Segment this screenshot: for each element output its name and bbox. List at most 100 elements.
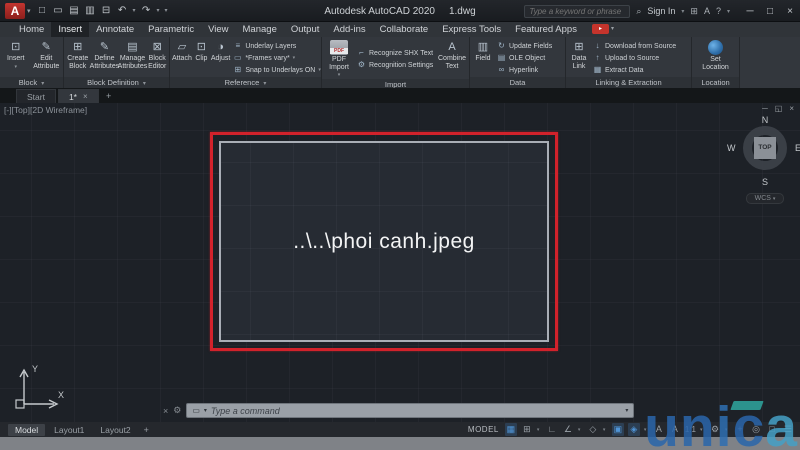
- panel-label-block-definition[interactable]: Block Definition ▾: [64, 77, 169, 88]
- viewcube-west[interactable]: W: [727, 143, 736, 153]
- polar-caret-icon[interactable]: ▾: [578, 427, 583, 433]
- data-link-button[interactable]: ⊞ Data Link: [567, 39, 591, 77]
- tab-add-ins[interactable]: Add-ins: [326, 22, 372, 37]
- redo-caret-icon[interactable]: ▾: [155, 7, 162, 14]
- command-input[interactable]: ▭ ▾ Type a command ▾: [186, 403, 635, 418]
- connect-badge-icon[interactable]: ▸: [591, 24, 609, 34]
- help-icon[interactable]: ?: [716, 6, 721, 16]
- recognize-shx-button[interactable]: ⌐ Recognize SHX Text: [357, 48, 435, 59]
- pdf-import-button[interactable]: PDF PDF Import ▾: [323, 39, 355, 79]
- tab-home[interactable]: Home: [12, 22, 51, 37]
- undo-caret-icon[interactable]: ▾: [131, 7, 138, 14]
- scale-caret-icon[interactable]: ▾: [700, 427, 705, 433]
- sign-in-button[interactable]: Sign In: [647, 6, 675, 16]
- file-tab-drawing[interactable]: 1* ×: [57, 89, 99, 104]
- isodraft-caret-icon[interactable]: ▾: [603, 427, 608, 433]
- viewport-controls[interactable]: [-][Top][2D Wireframe]: [4, 105, 87, 115]
- define-attributes-button[interactable]: ✎ Define Attributes: [90, 39, 120, 77]
- workspace-caret-icon[interactable]: ▾: [725, 427, 730, 433]
- help-caret-icon[interactable]: ▾: [727, 8, 730, 15]
- create-block-button[interactable]: ⊞ Create Block: [65, 39, 90, 77]
- underlay-layers-button[interactable]: ≡ Underlay Layers: [233, 41, 321, 52]
- polar-tracking-icon[interactable]: ∠: [562, 423, 574, 436]
- osnap-caret-icon[interactable]: ▾: [644, 427, 649, 433]
- file-tab-start[interactable]: Start: [16, 89, 56, 103]
- workspace-gear-icon[interactable]: ⚙: [709, 423, 721, 436]
- plot-icon[interactable]: ⊟: [99, 3, 114, 18]
- frames-vary-button[interactable]: ▭ *Frames vary* ▾: [233, 53, 321, 64]
- annotation-monitor-icon[interactable]: +: [734, 423, 746, 436]
- layout-tab-layout1[interactable]: Layout1: [47, 424, 91, 436]
- set-location-button[interactable]: Set Location: [696, 39, 736, 77]
- maximize-button[interactable]: □: [764, 6, 776, 17]
- undo-icon[interactable]: ↶: [115, 3, 130, 18]
- isolate-objects-icon[interactable]: ◎: [750, 423, 762, 436]
- annotation-visibility-icon[interactable]: A: [653, 423, 665, 436]
- object-snap-icon[interactable]: ▣: [611, 423, 624, 436]
- new-layout-button[interactable]: +: [140, 425, 153, 435]
- autoscale-icon[interactable]: A: [669, 423, 681, 436]
- app-menu-caret-icon[interactable]: ▾: [27, 7, 31, 15]
- drawing-canvas[interactable]: [-][Top][2D Wireframe] ─ ◱ × TOP N S W E…: [0, 103, 800, 422]
- model-space-badge[interactable]: MODEL: [468, 425, 499, 434]
- recognition-settings-button[interactable]: ⚙ Recognition Settings: [357, 60, 435, 71]
- block-editor-button[interactable]: ⊠ Block Editor: [146, 39, 168, 77]
- drawing-minimize-button[interactable]: ─: [762, 104, 768, 113]
- snap-toggle-icon[interactable]: ⊞: [521, 423, 533, 436]
- tab-collaborate[interactable]: Collaborate: [373, 22, 436, 37]
- command-close-icon[interactable]: ×: [163, 406, 168, 416]
- drawing-close-button[interactable]: ×: [789, 104, 794, 113]
- isodraft-icon[interactable]: ◇: [587, 423, 599, 436]
- viewcube[interactable]: TOP N S W E WCS ▾: [727, 115, 800, 209]
- attached-image-frame[interactable]: ..\..\phoi canh.jpeg: [219, 141, 549, 342]
- download-from-source-button[interactable]: ↓ Download from Source: [593, 41, 677, 52]
- connect-badge-caret-icon[interactable]: ▾: [611, 22, 614, 37]
- update-fields-button[interactable]: ↻ Update Fields: [497, 41, 552, 52]
- tab-output[interactable]: Output: [284, 22, 327, 37]
- close-tab-icon[interactable]: ×: [83, 90, 88, 104]
- combine-text-button[interactable]: A Combine Text: [437, 39, 467, 79]
- tab-express-tools[interactable]: Express Tools: [435, 22, 508, 37]
- panel-label-location[interactable]: Location: [692, 77, 739, 88]
- command-customize-icon[interactable]: ⚙: [173, 405, 181, 416]
- attach-button[interactable]: ▱ Attach: [171, 39, 193, 77]
- layout-tab-model[interactable]: Model: [8, 423, 46, 436]
- wcs-dropdown[interactable]: WCS ▾: [746, 193, 784, 204]
- search-input[interactable]: [524, 4, 631, 18]
- viewcube-east[interactable]: E: [795, 143, 800, 153]
- insert-button[interactable]: ⊡ Insert ▾: [1, 39, 31, 77]
- customization-menu-icon[interactable]: ☰: [782, 423, 794, 436]
- grid-toggle-icon[interactable]: ▦: [504, 423, 517, 436]
- app-store-icon[interactable]: ⊞: [690, 6, 698, 17]
- panel-label-linking[interactable]: Linking & Extraction: [566, 77, 691, 88]
- extract-data-button[interactable]: ▦ Extract Data: [593, 65, 676, 76]
- tab-featured-apps[interactable]: Featured Apps: [508, 22, 584, 37]
- clip-button[interactable]: ⊡ Clip: [193, 39, 210, 77]
- clean-screen-icon[interactable]: □: [766, 423, 778, 436]
- hyperlink-button[interactable]: ∞ Hyperlink: [497, 65, 552, 76]
- edit-attribute-button[interactable]: ✎ Edit Attribute: [31, 39, 62, 77]
- viewcube-north[interactable]: N: [732, 115, 798, 125]
- upload-to-source-button[interactable]: ↑ Upload to Source: [593, 53, 676, 64]
- tab-view[interactable]: View: [201, 22, 235, 37]
- drawing-restore-button[interactable]: ◱: [775, 104, 783, 113]
- ole-object-button[interactable]: ▤ OLE Object: [497, 53, 552, 64]
- save-as-icon[interactable]: ▥: [83, 3, 98, 18]
- viewcube-top-face[interactable]: TOP: [754, 137, 776, 159]
- tab-manage[interactable]: Manage: [236, 22, 284, 37]
- viewcube-south[interactable]: S: [732, 177, 798, 187]
- panel-label-block[interactable]: Block ▾: [0, 77, 63, 88]
- qat-customize-caret-icon[interactable]: ▾: [163, 7, 170, 14]
- new-drawing-tab-button[interactable]: +: [101, 89, 117, 103]
- tab-insert[interactable]: Insert: [51, 22, 90, 37]
- panel-label-reference[interactable]: Reference ▾: [170, 77, 321, 88]
- panel-label-data[interactable]: Data: [470, 77, 565, 88]
- redo-icon[interactable]: ↷: [139, 3, 154, 18]
- tab-annotate[interactable]: Annotate: [89, 22, 141, 37]
- minimize-button[interactable]: ─: [744, 6, 756, 17]
- save-icon[interactable]: ▤: [67, 3, 82, 18]
- autodesk-connect-icon[interactable]: A: [704, 6, 710, 16]
- layout-tab-layout2[interactable]: Layout2: [93, 424, 137, 436]
- annotation-scale-button[interactable]: 1:1: [685, 425, 696, 434]
- close-button[interactable]: ×: [784, 6, 796, 17]
